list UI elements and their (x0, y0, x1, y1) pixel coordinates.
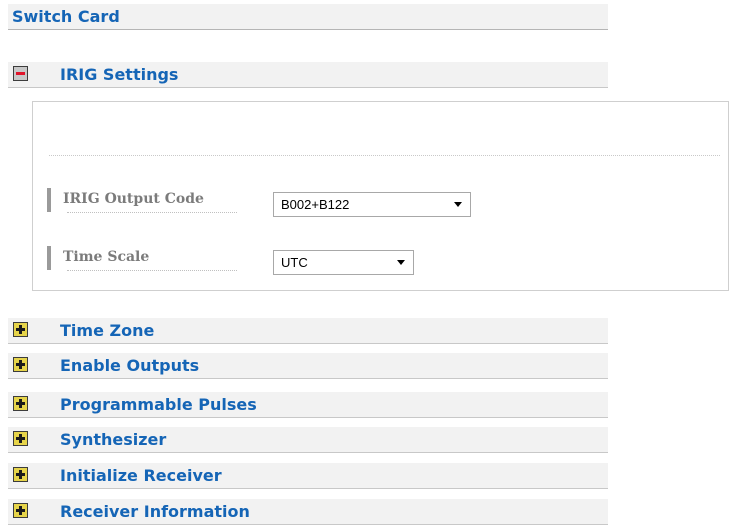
section-irig-settings[interactable]: IRIG Settings (8, 62, 608, 88)
expand-icon[interactable] (13, 322, 28, 337)
section-receiver-information[interactable]: Receiver Information (8, 499, 608, 525)
chevron-down-icon (397, 260, 405, 265)
chevron-down-icon (454, 202, 462, 207)
section-label: Enable Outputs (60, 356, 200, 375)
section-label: Synthesizer (60, 430, 167, 449)
section-label: Receiver Information (60, 502, 250, 521)
expand-icon[interactable] (13, 357, 28, 372)
irig-output-code-label: IRIG Output Code (47, 188, 237, 213)
section-initialize-receiver[interactable]: Initialize Receiver (8, 463, 608, 489)
expand-icon[interactable] (13, 467, 28, 482)
divider (49, 155, 720, 156)
section-synthesizer[interactable]: Synthesizer (8, 427, 608, 453)
switch-card-title: Switch Card (8, 4, 608, 30)
section-enable-outputs[interactable]: Enable Outputs (8, 353, 608, 379)
expand-icon[interactable] (13, 396, 28, 411)
time-scale-label: Time Scale (47, 246, 237, 271)
collapse-icon[interactable] (13, 66, 28, 81)
section-time-zone[interactable]: Time Zone (8, 318, 608, 344)
section-programmable-pulses[interactable]: Programmable Pulses (8, 392, 608, 418)
section-label: Time Zone (60, 321, 155, 340)
irig-settings-panel: IRIG Output Code B002+B122 Time Scale UT… (32, 101, 729, 291)
section-label: Initialize Receiver (60, 466, 222, 485)
section-label: IRIG Settings (60, 65, 179, 84)
section-label: Programmable Pulses (60, 395, 257, 414)
expand-icon[interactable] (13, 431, 28, 446)
expand-icon[interactable] (13, 503, 28, 518)
irig-output-code-select[interactable]: B002+B122 (273, 192, 471, 217)
time-scale-select[interactable]: UTC (273, 250, 414, 275)
